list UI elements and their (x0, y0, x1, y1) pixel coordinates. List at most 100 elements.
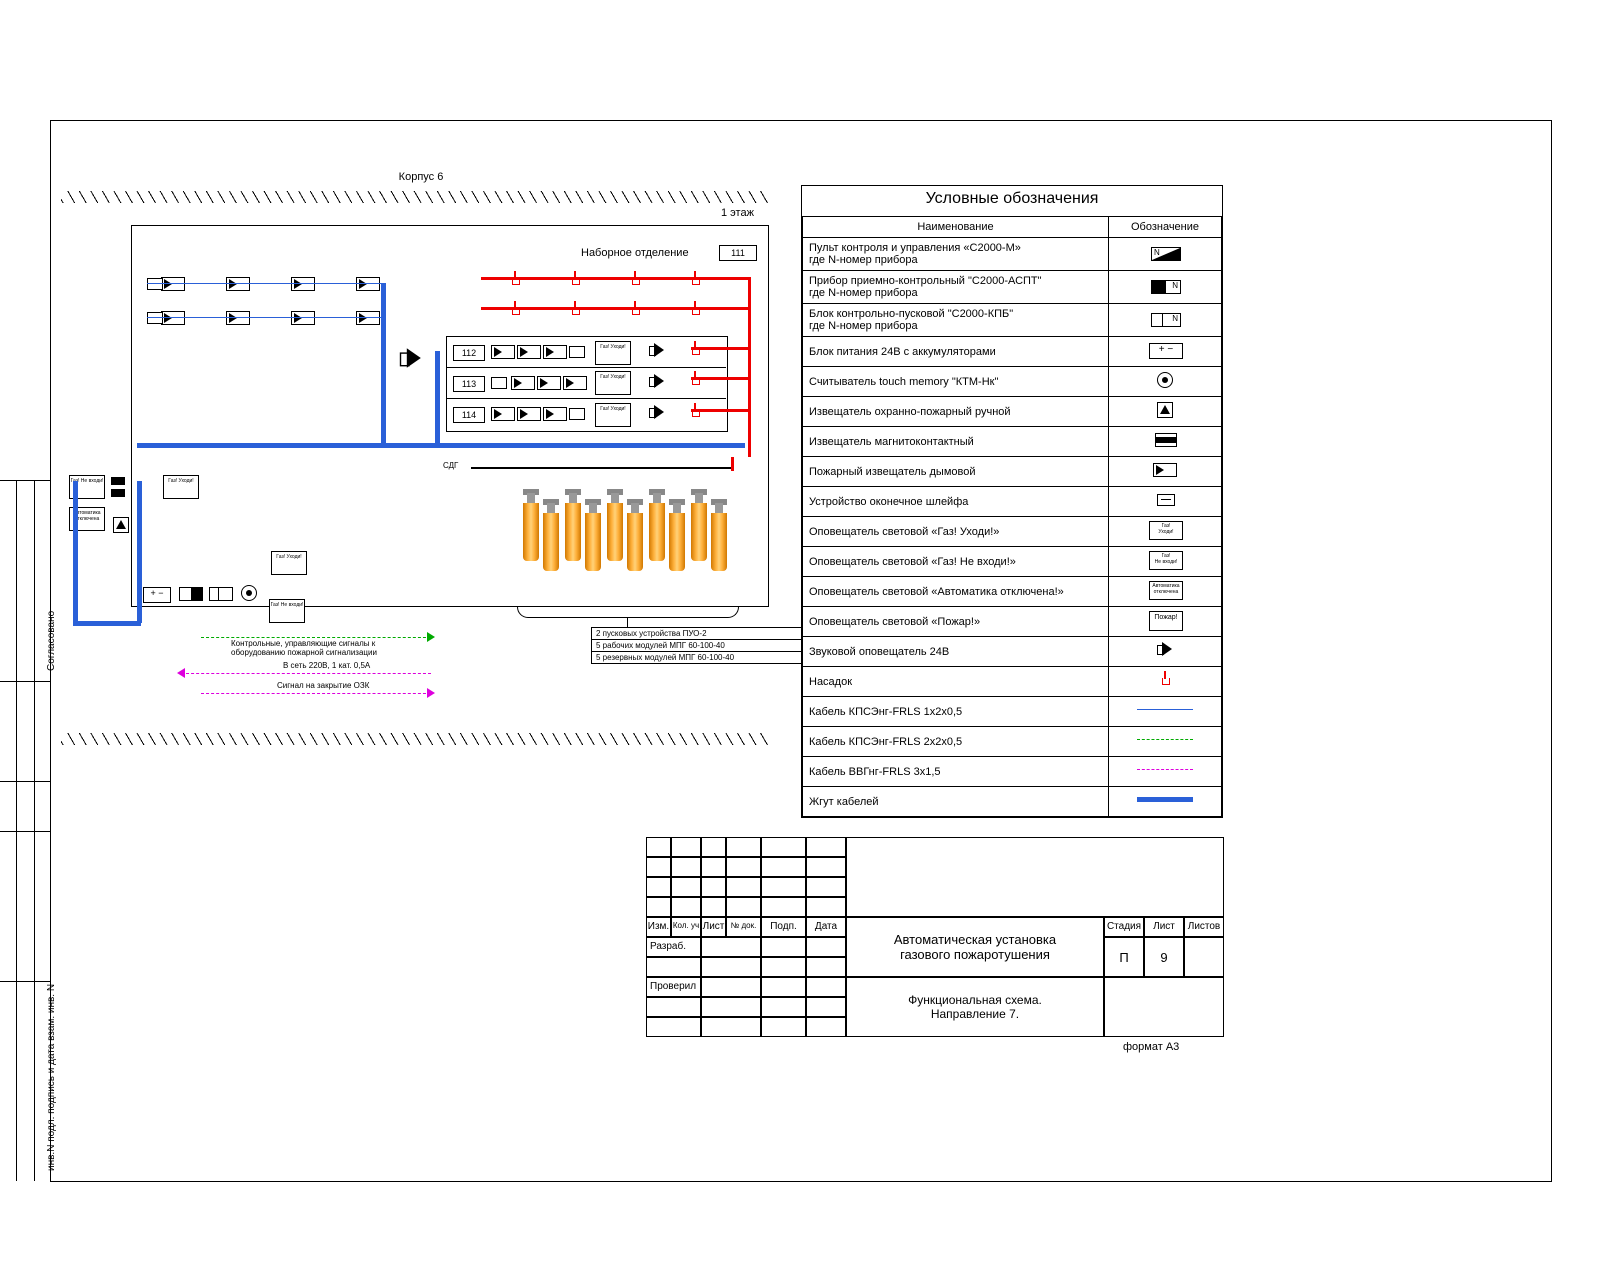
hatching-top (61, 191, 771, 203)
legend-name: Насадок (803, 667, 1109, 697)
cylinder-icon (625, 499, 645, 573)
rev-h-izm: Изм. (646, 917, 671, 937)
terminator-icon (147, 278, 163, 290)
legend-name: Блок контрольно-пусковой "С2000-КПБ" где… (803, 304, 1109, 337)
legend-row: Пульт контроля и управления «С2000-М» гд… (803, 238, 1222, 271)
legend-name: Оповещатель световой «Автоматика отключе… (803, 577, 1109, 607)
smoke-icon (161, 277, 185, 291)
terminator-icon (147, 312, 163, 324)
rev-h-kol: Кол. уч (671, 917, 701, 937)
sign-leave-icon: Газ! Уходи! (595, 403, 631, 427)
legend: Условные обозначения Наименование Обозна… (801, 185, 1223, 818)
legend-symbol: Газ!Уходи! (1109, 517, 1222, 547)
legend-name: Оповещатель световой «Газ! Не входи!» (803, 547, 1109, 577)
speaker-icon (649, 374, 665, 388)
c2000-kpb-icon (209, 587, 233, 601)
speaker-icon (649, 343, 665, 357)
nozzle-icon (571, 271, 579, 285)
cylinder-icon (541, 499, 561, 573)
room-number-111: 111 (719, 245, 757, 261)
legend-symbol: Автоматикаотключена (1109, 577, 1222, 607)
terminator-icon (569, 408, 585, 420)
smoke-icon (291, 311, 315, 325)
smoke-icon (517, 345, 541, 359)
smoke-icon (543, 345, 567, 359)
smoke-icon (491, 345, 515, 359)
outer-frame: Корпус 6 1 этаж Наборное отделение 111 (50, 120, 1552, 1182)
room-number-114: 114 (453, 407, 485, 423)
legend-row: Извещатель охранно-пожарный ручной (803, 397, 1222, 427)
signal-control-label: Контрольные, управляющие сигналы к обору… (231, 639, 431, 657)
legend-name: Жгут кабелей (803, 787, 1109, 817)
legend-symbol (1109, 427, 1222, 457)
legend-row: Звуковой оповещатель 24В (803, 637, 1222, 667)
legend-row: Пожарный извещатель дымовой (803, 457, 1222, 487)
legend-row: Устройство оконечное шлейфа (803, 487, 1222, 517)
legend-symbol (1109, 637, 1222, 667)
signal-ozk-label: Сигнал на закрытие ОЗК (277, 681, 369, 690)
floor-label: 1 этаж (721, 207, 754, 219)
cylinder-icon (521, 489, 541, 563)
nozzle-icon (691, 271, 699, 285)
legend-symbol (1109, 697, 1222, 727)
legend-row: Кабель КПСЭнг-FRLS 2x2x0,5 (803, 727, 1222, 757)
legend-name: Считыватель touch memory "КТМ-Нк" (803, 367, 1109, 397)
legend-symbol (1109, 367, 1222, 397)
sign-leave-icon: Газ! Уходи! (595, 341, 631, 365)
legend-symbol: N (1109, 304, 1222, 337)
legend-symbol (1109, 787, 1222, 817)
sheet-val: 9 (1144, 937, 1184, 977)
cylinder-icon (689, 489, 709, 563)
equipment-notes: 2 пусковых устройства ПУО-2 5 рабочих мо… (591, 627, 803, 664)
legend-header-symbol: Обозначение (1109, 217, 1222, 238)
col-sheet: Лист (1144, 917, 1184, 937)
cylinder-icon (647, 489, 667, 563)
legend-row: Оповещатель световой «Газ! Не входи!»Газ… (803, 547, 1222, 577)
role-check: Проверил (646, 977, 701, 997)
legend-name: Блок питания 24В с аккумуляторами (803, 337, 1109, 367)
cylinder-icon (709, 499, 729, 573)
page: Согласовано инв.N подл. подпись и дата в… (0, 0, 1600, 1280)
legend-row: Кабель ВВГнг-FRLS 3x1,5 (803, 757, 1222, 787)
col-stage: Стадия (1104, 917, 1144, 937)
side-stamp: Согласовано инв.N подл. подпись и дата в… (0, 480, 50, 1181)
role-dev: Разраб. (646, 937, 701, 957)
speaker-icon (400, 348, 422, 368)
legend-symbol (1109, 757, 1222, 787)
legend-name: Извещатель охранно-пожарный ручной (803, 397, 1109, 427)
smoke-icon (356, 277, 380, 291)
legend-row: Блок контрольно-пусковой "С2000-КПБ" где… (803, 304, 1222, 337)
terminator-icon (569, 346, 585, 358)
nozzle-icon (511, 301, 519, 315)
legend-symbol: Газ!Не входи! (1109, 547, 1222, 577)
legend-symbol (1109, 487, 1222, 517)
signal-power-line (181, 673, 431, 674)
rev-h-sign: Подп. (761, 917, 806, 937)
sdg-label: СДГ (443, 461, 458, 470)
signal-control-line (201, 637, 431, 638)
speaker-icon (649, 405, 665, 419)
smoke-icon (511, 376, 535, 390)
cylinder-icon (667, 499, 687, 573)
room-title: Наборное отделение (581, 247, 689, 259)
sign-leave-icon: Газ! Уходи! (595, 371, 631, 395)
nozzle-icon (571, 301, 579, 315)
room-number-112: 112 (453, 345, 485, 361)
sign-leave-icon: Газ! Уходи! (163, 475, 199, 499)
smoke-icon (563, 376, 587, 390)
legend-name: Прибор приемно-контрольный "С2000-АСПТ" … (803, 271, 1109, 304)
col-sheets: Листов (1184, 917, 1224, 937)
cylinder-icon (563, 489, 583, 563)
legend-row: Оповещатель световой «Автоматика отключе… (803, 577, 1222, 607)
legend-row: Насадок (803, 667, 1222, 697)
legend-symbol: N (1109, 238, 1222, 271)
terminator-icon (491, 377, 507, 389)
legend-row: Считыватель touch memory "КТМ-Нк" (803, 367, 1222, 397)
stage-val: П (1104, 937, 1144, 977)
smoke-icon (226, 311, 250, 325)
legend-row: Оповещатель световой «Газ! Уходи!»Газ!Ух… (803, 517, 1222, 547)
legend-symbol: N (1109, 271, 1222, 304)
nozzle-icon (631, 301, 639, 315)
nozzle-icon (631, 271, 639, 285)
legend-header-name: Наименование (803, 217, 1109, 238)
